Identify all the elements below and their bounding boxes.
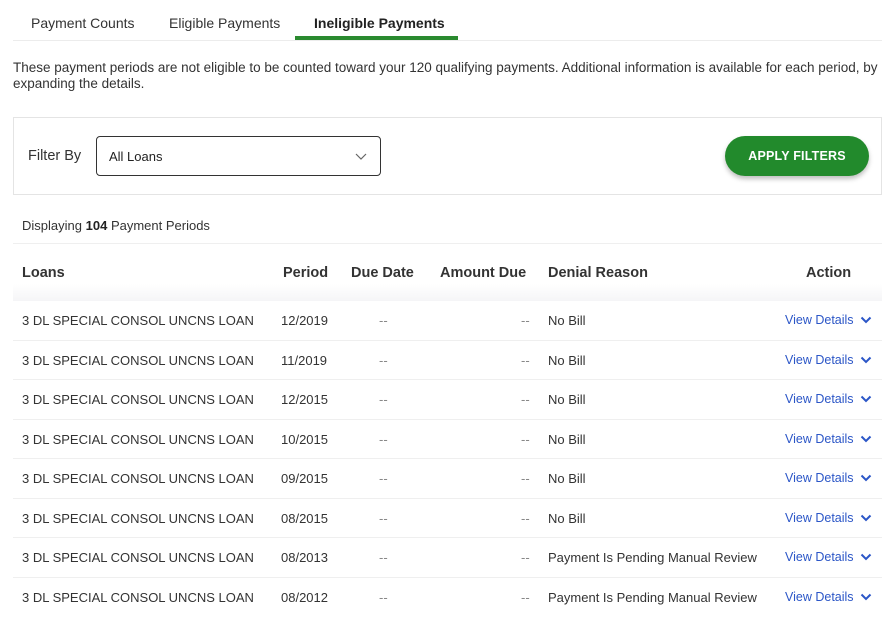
denial-reason: No Bill: [548, 510, 586, 526]
view-details-link[interactable]: View Details: [785, 590, 872, 604]
summary-prefix: Displaying: [22, 218, 82, 233]
tab-ineligible-payments[interactable]: Ineligible Payments: [314, 15, 445, 31]
loan-name: 3 DL SPECIAL CONSOL UNCNS LOAN: [22, 589, 254, 605]
due-date: --: [379, 510, 388, 526]
view-details-link[interactable]: View Details: [785, 353, 872, 367]
due-date: --: [379, 431, 388, 447]
table-row: 3 DL SPECIAL CONSOL UNCNS LOAN 12/2015 -…: [13, 380, 882, 420]
loan-filter-select[interactable]: All Loans: [96, 136, 381, 176]
chevron-down-icon: [860, 435, 871, 442]
filter-panel: Filter By All Loans APPLY FILTERS: [13, 117, 882, 195]
view-details-label: View Details: [785, 471, 854, 485]
amount-due: --: [521, 431, 530, 447]
chevron-down-icon: [860, 356, 871, 363]
due-date: --: [379, 550, 388, 565]
period: 12/2015: [281, 392, 328, 407]
period: 11/2019: [281, 352, 328, 368]
view-details-link[interactable]: View Details: [785, 313, 872, 327]
chevron-down-icon: [860, 316, 871, 324]
denial-reason: No Bill: [548, 392, 586, 407]
apply-filters-button[interactable]: APPLY FILTERS: [725, 136, 869, 176]
summary-count: 104: [85, 218, 108, 233]
amount-due: --: [521, 352, 530, 368]
chevron-down-icon: [860, 474, 871, 482]
amount-due: --: [521, 550, 530, 565]
due-date: --: [379, 392, 388, 407]
due-date: --: [379, 313, 388, 328]
loan-name: 3 DL SPECIAL CONSOL UNCNS LOAN: [22, 550, 254, 565]
view-details-link[interactable]: View Details: [785, 550, 872, 564]
tab-eligible-payments[interactable]: Eligible Payments: [169, 15, 280, 31]
amount-due: --: [521, 392, 530, 407]
amount-due: --: [521, 510, 530, 526]
loan-name: 3 DL SPECIAL CONSOL UNCNS LOAN: [22, 392, 254, 407]
loan-name: 3 DL SPECIAL CONSOL UNCNS LOAN: [22, 431, 254, 447]
filter-selected-value: All Loans: [109, 149, 163, 164]
view-details-label: View Details: [785, 550, 854, 564]
chevron-down-icon: [860, 593, 871, 600]
loan-name: 3 DL SPECIAL CONSOL UNCNS LOAN: [22, 510, 254, 526]
table-header: Loans Period Due Date Amount Due Denial …: [13, 243, 882, 301]
view-details-label: View Details: [785, 352, 854, 367]
active-tab-indicator: [295, 36, 458, 40]
due-date: --: [379, 471, 388, 486]
period: 12/2019: [281, 313, 328, 328]
denial-reason: Payment Is Pending Manual Review: [548, 589, 757, 605]
period: 08/2015: [281, 510, 328, 526]
denial-reason: No Bill: [548, 352, 586, 368]
period: 09/2015: [281, 471, 328, 486]
chevron-down-icon: [860, 553, 871, 561]
view-details-label: View Details: [785, 589, 854, 604]
header-due-date: Due Date: [351, 265, 414, 281]
tab-payment-counts[interactable]: Payment Counts: [31, 15, 135, 31]
denial-reason: No Bill: [548, 313, 586, 328]
header-action: Action: [806, 265, 852, 281]
table-row: 3 DL SPECIAL CONSOL UNCNS LOAN 08/2015 -…: [13, 499, 882, 538]
loan-name: 3 DL SPECIAL CONSOL UNCNS LOAN: [22, 313, 254, 328]
chevron-down-icon: [860, 514, 871, 521]
amount-due: --: [521, 589, 530, 605]
table-row: 3 DL SPECIAL CONSOL UNCNS LOAN 11/2019 -…: [13, 341, 882, 380]
table-body: 3 DL SPECIAL CONSOL UNCNS LOAN 12/2019 -…: [13, 301, 882, 617]
intro-text: These payment periods are not eligible t…: [13, 60, 878, 91]
header-loans: Loans: [22, 265, 65, 281]
period: 10/2015: [281, 431, 328, 447]
amount-due: --: [521, 471, 530, 486]
denial-reason: No Bill: [548, 471, 586, 486]
view-details-link[interactable]: View Details: [785, 432, 872, 446]
summary-suffix: Payment Periods: [110, 218, 210, 233]
payment-tabs: Payment Counts Eligible Payments Ineligi…: [13, 0, 882, 41]
table-row: 3 DL SPECIAL CONSOL UNCNS LOAN 10/2015 -…: [13, 420, 882, 459]
loan-name: 3 DL SPECIAL CONSOL UNCNS LOAN: [22, 471, 254, 486]
filter-label: Filter By: [28, 148, 82, 164]
table-row: 3 DL SPECIAL CONSOL UNCNS LOAN 12/2019 -…: [13, 301, 882, 341]
header-amount-due: Amount Due: [440, 265, 527, 281]
view-details-label: View Details: [785, 313, 854, 327]
chevron-down-icon: [355, 153, 367, 160]
view-details-link[interactable]: View Details: [785, 511, 872, 525]
header-denial-reason: Denial Reason: [548, 265, 648, 281]
chevron-down-icon: [860, 395, 871, 403]
view-details-label: View Details: [785, 392, 854, 406]
period: 08/2013: [281, 550, 328, 565]
view-details-link[interactable]: View Details: [785, 471, 872, 485]
results-summary: Displaying 104 Payment Periods: [22, 218, 210, 233]
amount-due: --: [521, 313, 530, 328]
denial-reason: Payment Is Pending Manual Review: [548, 550, 757, 565]
table-row: 3 DL SPECIAL CONSOL UNCNS LOAN 08/2013 -…: [13, 538, 882, 578]
view-details-link[interactable]: View Details: [785, 392, 872, 406]
due-date: --: [379, 589, 388, 605]
denial-reason: No Bill: [548, 431, 586, 447]
due-date: --: [379, 352, 388, 368]
loan-name: 3 DL SPECIAL CONSOL UNCNS LOAN: [22, 352, 254, 368]
period: 08/2012: [281, 589, 328, 605]
ineligible-payments-table: Loans Period Due Date Amount Due Denial …: [13, 243, 882, 617]
header-period: Period: [283, 265, 329, 281]
view-details-label: View Details: [785, 431, 854, 446]
table-row: 3 DL SPECIAL CONSOL UNCNS LOAN 09/2015 -…: [13, 459, 882, 499]
table-row: 3 DL SPECIAL CONSOL UNCNS LOAN 08/2012 -…: [13, 578, 882, 618]
view-details-label: View Details: [785, 510, 854, 525]
